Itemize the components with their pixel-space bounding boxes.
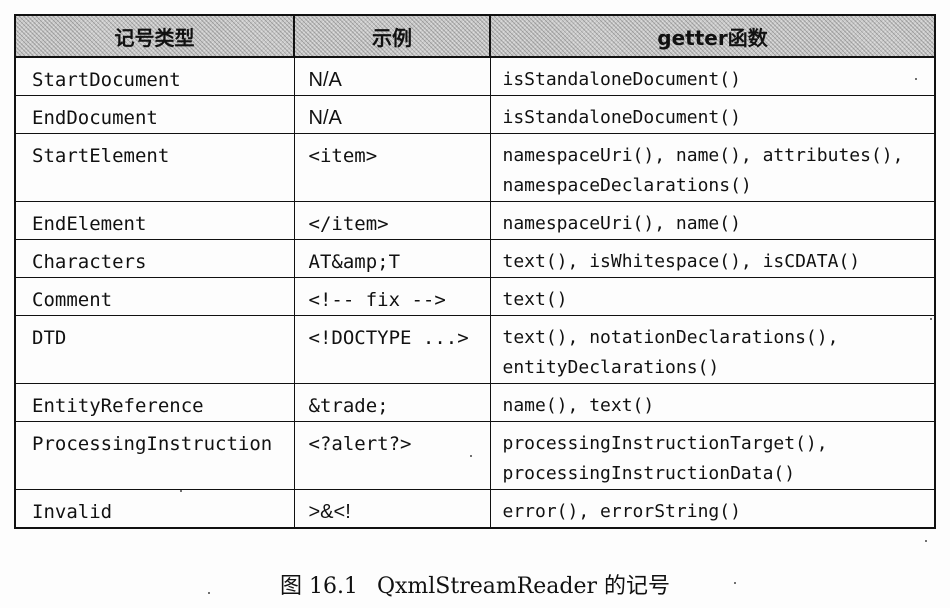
token-type-cell: Characters — [14, 239, 295, 278]
getter-line: error(), errorString() — [502, 501, 741, 522]
getter-cell: text(), notationDeclarations(), entityDe… — [489, 315, 936, 384]
getter-cell: error(), errorString() — [489, 489, 936, 529]
getter-line: namespaceUri(), name(), attributes(), — [502, 145, 904, 166]
header-token-type: 记号类型 — [14, 14, 295, 58]
token-type-cell: Comment — [14, 277, 295, 316]
example-cell: N/A — [293, 56, 491, 96]
example-cell: AT&amp;T — [293, 239, 491, 278]
getter-line: text() — [502, 289, 568, 310]
example-cell: >&<! — [293, 489, 491, 529]
scan-speck — [470, 455, 472, 457]
scan-speck — [180, 490, 182, 492]
example-cell: <!-- fix --> — [293, 277, 491, 316]
example-cell: <item> — [293, 133, 491, 202]
example-cell: <?alert?> — [293, 421, 491, 490]
example-cell: N/A — [293, 95, 491, 134]
figure-caption-text: QxmlStreamReader 的记号 — [376, 574, 671, 599]
token-type-cell: StartDocument — [14, 56, 295, 96]
table-header: 记号类型 示例 getter函数 — [14, 14, 936, 58]
token-type-cell: Invalid — [14, 489, 295, 529]
table-row: Comment <!-- fix --> text() — [14, 277, 936, 316]
table-row: EndElement </item> namespaceUri(), name(… — [14, 201, 936, 240]
getter-line: namespaceDeclarations() — [502, 175, 752, 196]
scan-speck — [930, 318, 932, 320]
token-type-cell: ProcessingInstruction — [14, 421, 295, 490]
table-row: StartElement <item> namespaceUri(), name… — [14, 133, 936, 202]
getter-line: text(), notationDeclarations(), — [502, 327, 839, 348]
table-row: Characters AT&amp;T text(), isWhitespace… — [14, 239, 936, 278]
getter-cell: isStandaloneDocument() — [489, 95, 936, 134]
getter-cell: namespaceUri(), name() — [489, 201, 936, 240]
document-page: 记号类型 示例 getter函数 StartDocument N/A isSta… — [0, 0, 950, 608]
table-row: Invalid >&<! error(), errorString() — [14, 489, 936, 529]
token-type-cell: EntityReference — [14, 383, 295, 422]
scan-speck — [915, 78, 917, 80]
example-cell: </item> — [293, 201, 491, 240]
getter-line: namespaceUri(), name() — [502, 213, 741, 234]
table-row: StartDocument N/A isStandaloneDocument() — [14, 56, 936, 96]
getter-cell: text() — [489, 277, 936, 316]
table-row: ProcessingInstruction <?alert?> processi… — [14, 421, 936, 490]
scan-speck — [734, 582, 736, 584]
getter-cell: processingInstructionTarget(), processin… — [489, 421, 936, 490]
getter-line: entityDeclarations() — [502, 357, 720, 378]
getter-cell: namespaceUri(), name(), attributes(), na… — [489, 133, 936, 202]
getter-line: processingInstructionTarget(), — [502, 433, 828, 454]
getter-line: processingInstructionData() — [502, 463, 796, 484]
token-type-cell: EndElement — [14, 201, 295, 240]
getter-cell: text(), isWhitespace(), isCDATA() — [489, 239, 936, 278]
getter-line: isStandaloneDocument() — [502, 69, 741, 90]
token-types-table: 记号类型 示例 getter函数 StartDocument N/A isSta… — [14, 14, 936, 529]
token-type-cell: EndDocument — [14, 95, 295, 134]
figure-label: 图 16.1 — [279, 574, 358, 599]
table-body: StartDocument N/A isStandaloneDocument()… — [14, 56, 936, 529]
example-cell: <!DOCTYPE ...> — [293, 315, 491, 384]
getter-cell: isStandaloneDocument() — [489, 56, 936, 96]
getter-line: name(), text() — [502, 395, 655, 416]
scan-speck — [925, 540, 927, 542]
getter-line: isStandaloneDocument() — [502, 107, 741, 128]
header-getter-functions: getter函数 — [489, 14, 936, 58]
scan-speck — [208, 592, 210, 594]
table-row: DTD <!DOCTYPE ...> text(), notationDecla… — [14, 315, 936, 384]
table-row: EntityReference &trade; name(), text() — [14, 383, 936, 422]
example-cell: &trade; — [293, 383, 491, 422]
header-example: 示例 — [293, 14, 491, 58]
figure-caption: 图 16.1 QxmlStreamReader 的记号 — [0, 568, 950, 600]
getter-cell: name(), text() — [489, 383, 936, 422]
token-type-cell: StartElement — [14, 133, 295, 202]
table-row: EndDocument N/A isStandaloneDocument() — [14, 95, 936, 134]
getter-line: text(), isWhitespace(), isCDATA() — [502, 251, 861, 272]
token-type-cell: DTD — [14, 315, 295, 384]
